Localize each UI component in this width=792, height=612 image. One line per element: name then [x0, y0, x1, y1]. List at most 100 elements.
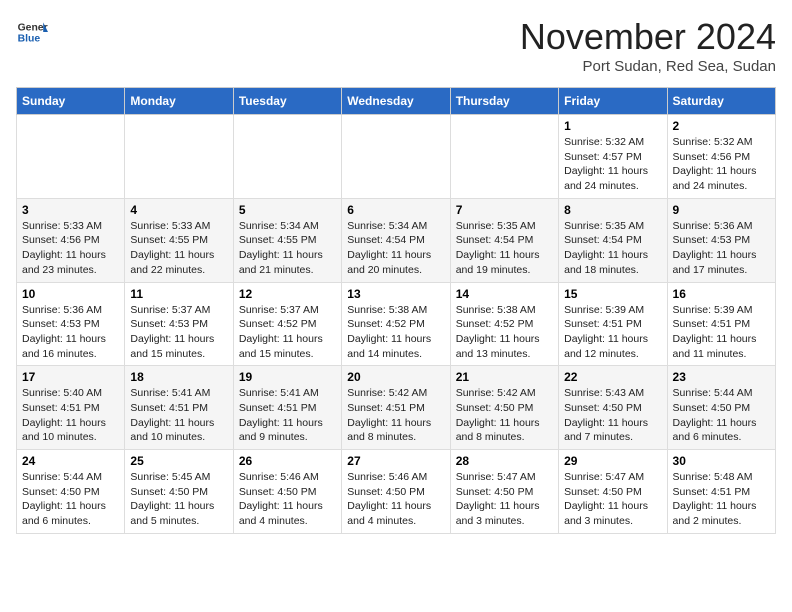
calendar-cell: [17, 115, 125, 199]
calendar-cell: 5Sunrise: 5:34 AMSunset: 4:55 PMDaylight…: [233, 198, 341, 282]
day-number: 28: [456, 454, 553, 468]
day-info: Sunrise: 5:42 AMSunset: 4:50 PMDaylight:…: [456, 386, 553, 445]
calendar-cell: 11 Sunrise: 5:37 AMSunset: 4:53 PMDayligh…: [125, 282, 233, 366]
day-number: 13: [347, 287, 444, 301]
day-info: Sunrise: 5:32 AMSunset: 4:56 PMDaylight:…: [673, 135, 770, 194]
day-info: Sunrise: 5:37 AMSunset: 4:52 PMDaylight:…: [239, 303, 336, 362]
day-info: Sunrise: 5:46 AMSunset: 4:50 PMDaylight:…: [239, 470, 336, 529]
weekday-header: Wednesday: [342, 88, 450, 115]
calendar-cell: 21 Sunrise: 5:42 AMSunset: 4:50 PMDayligh…: [450, 366, 558, 450]
calendar-cell: 7 Sunrise: 5:35 AMSunset: 4:54 PMDaylight…: [450, 198, 558, 282]
calendar-header: SundayMondayTuesdayWednesdayThursdayFrid…: [17, 88, 776, 115]
day-info: Sunrise: 5:44 AMSunset: 4:50 PMDaylight:…: [673, 386, 770, 445]
day-number: 26: [239, 454, 336, 468]
calendar-cell: 18 Sunrise: 5:41 AMSunset: 4:51 PMDayligh…: [125, 366, 233, 450]
day-info: Sunrise: 5:43 AMSunset: 4:50 PMDaylight:…: [564, 386, 661, 445]
calendar-cell: 19Sunrise: 5:41 AMSunset: 4:51 PMDayligh…: [233, 366, 341, 450]
calendar-cell: [233, 115, 341, 199]
day-number: 18: [130, 370, 227, 384]
day-info: Sunrise: 5:44 AMSunset: 4:50 PMDaylight:…: [22, 470, 119, 529]
calendar-cell: 9 Sunrise: 5:36 AMSunset: 4:53 PMDaylight…: [667, 198, 775, 282]
day-number: 17: [22, 370, 119, 384]
calendar-cell: 3 Sunrise: 5:33 AMSunset: 4:56 PMDaylight…: [17, 198, 125, 282]
calendar-cell: 8 Sunrise: 5:35 AMSunset: 4:54 PMDaylight…: [559, 198, 667, 282]
calendar-cell: 25 Sunrise: 5:45 AMSunset: 4:50 PMDayligh…: [125, 450, 233, 534]
day-number: 25: [130, 454, 227, 468]
calendar-cell: 6 Sunrise: 5:34 AMSunset: 4:54 PMDaylight…: [342, 198, 450, 282]
day-info: Sunrise: 5:39 AMSunset: 4:51 PMDaylight:…: [673, 303, 770, 362]
logo: General Blue: [16, 16, 48, 48]
title-area: November 2024 Port Sudan, Red Sea, Sudan: [520, 16, 776, 75]
weekday-header: Thursday: [450, 88, 558, 115]
day-number: 16: [673, 287, 770, 301]
calendar-cell: 1 Sunrise: 5:32 AMSunset: 4:57 PMDaylight…: [559, 115, 667, 199]
calendar-cell: 10Sunrise: 5:36 AMSunset: 4:53 PMDayligh…: [17, 282, 125, 366]
day-info: Sunrise: 5:38 AMSunset: 4:52 PMDaylight:…: [456, 303, 553, 362]
calendar-cell: 24 Sunrise: 5:44 AMSunset: 4:50 PMDayligh…: [17, 450, 125, 534]
calendar-week-row: 3 Sunrise: 5:33 AMSunset: 4:56 PMDaylight…: [17, 198, 776, 282]
day-number: 6: [347, 203, 444, 217]
calendar-cell: 2Sunrise: 5:32 AMSunset: 4:56 PMDaylight…: [667, 115, 775, 199]
day-info: Sunrise: 5:32 AMSunset: 4:57 PMDaylight:…: [564, 135, 661, 194]
day-info: Sunrise: 5:36 AMSunset: 4:53 PMDaylight:…: [22, 303, 119, 362]
day-number: 30: [673, 454, 770, 468]
calendar-table: SundayMondayTuesdayWednesdayThursdayFrid…: [16, 87, 776, 534]
day-number: 24: [22, 454, 119, 468]
calendar-cell: 29 Sunrise: 5:47 AMSunset: 4:50 PMDayligh…: [559, 450, 667, 534]
day-number: 21: [456, 370, 553, 384]
day-info: Sunrise: 5:45 AMSunset: 4:50 PMDaylight:…: [130, 470, 227, 529]
calendar-week-row: 24 Sunrise: 5:44 AMSunset: 4:50 PMDayligh…: [17, 450, 776, 534]
day-info: Sunrise: 5:48 AMSunset: 4:51 PMDaylight:…: [673, 470, 770, 529]
day-number: 3: [22, 203, 119, 217]
day-number: 29: [564, 454, 661, 468]
calendar-cell: 28 Sunrise: 5:47 AMSunset: 4:50 PMDayligh…: [450, 450, 558, 534]
calendar-cell: [125, 115, 233, 199]
day-info: Sunrise: 5:34 AMSunset: 4:54 PMDaylight:…: [347, 219, 444, 278]
calendar-cell: 15 Sunrise: 5:39 AMSunset: 4:51 PMDayligh…: [559, 282, 667, 366]
day-number: 5: [239, 203, 336, 217]
calendar-cell: 17Sunrise: 5:40 AMSunset: 4:51 PMDayligh…: [17, 366, 125, 450]
day-info: Sunrise: 5:39 AMSunset: 4:51 PMDaylight:…: [564, 303, 661, 362]
calendar-cell: [450, 115, 558, 199]
calendar-week-row: 17Sunrise: 5:40 AMSunset: 4:51 PMDayligh…: [17, 366, 776, 450]
calendar-cell: 23 Sunrise: 5:44 AMSunset: 4:50 PMDayligh…: [667, 366, 775, 450]
calendar-cell: 12 Sunrise: 5:37 AMSunset: 4:52 PMDayligh…: [233, 282, 341, 366]
day-info: Sunrise: 5:47 AMSunset: 4:50 PMDaylight:…: [564, 470, 661, 529]
weekday-header: Saturday: [667, 88, 775, 115]
calendar-cell: 16 Sunrise: 5:39 AMSunset: 4:51 PMDayligh…: [667, 282, 775, 366]
day-info: Sunrise: 5:41 AMSunset: 4:51 PMDaylight:…: [130, 386, 227, 445]
day-number: 19: [239, 370, 336, 384]
day-number: 1: [564, 119, 661, 133]
day-info: Sunrise: 5:47 AMSunset: 4:50 PMDaylight:…: [456, 470, 553, 529]
day-info: Sunrise: 5:36 AMSunset: 4:53 PMDaylight:…: [673, 219, 770, 278]
day-number: 8: [564, 203, 661, 217]
day-info: Sunrise: 5:42 AMSunset: 4:51 PMDaylight:…: [347, 386, 444, 445]
logo-icon: General Blue: [16, 16, 48, 48]
calendar-cell: 20 Sunrise: 5:42 AMSunset: 4:51 PMDayligh…: [342, 366, 450, 450]
calendar-cell: [342, 115, 450, 199]
day-number: 11: [130, 287, 227, 301]
day-info: Sunrise: 5:37 AMSunset: 4:53 PMDaylight:…: [130, 303, 227, 362]
day-info: Sunrise: 5:33 AMSunset: 4:56 PMDaylight:…: [22, 219, 119, 278]
day-number: 7: [456, 203, 553, 217]
svg-text:Blue: Blue: [18, 34, 41, 45]
day-number: 15: [564, 287, 661, 301]
calendar-cell: 22Sunrise: 5:43 AMSunset: 4:50 PMDayligh…: [559, 366, 667, 450]
day-number: 23: [673, 370, 770, 384]
day-number: 20: [347, 370, 444, 384]
day-number: 12: [239, 287, 336, 301]
day-info: Sunrise: 5:35 AMSunset: 4:54 PMDaylight:…: [564, 219, 661, 278]
day-number: 14: [456, 287, 553, 301]
day-info: Sunrise: 5:46 AMSunset: 4:50 PMDaylight:…: [347, 470, 444, 529]
weekday-header: Monday: [125, 88, 233, 115]
day-info: Sunrise: 5:35 AMSunset: 4:54 PMDaylight:…: [456, 219, 553, 278]
calendar-week-row: 10Sunrise: 5:36 AMSunset: 4:53 PMDayligh…: [17, 282, 776, 366]
location-subtitle: Port Sudan, Red Sea, Sudan: [520, 58, 776, 75]
weekday-header: Friday: [559, 88, 667, 115]
day-number: 4: [130, 203, 227, 217]
calendar-cell: 26 Sunrise: 5:46 AMSunset: 4:50 PMDayligh…: [233, 450, 341, 534]
calendar-week-row: 1 Sunrise: 5:32 AMSunset: 4:57 PMDaylight…: [17, 115, 776, 199]
weekday-header: Sunday: [17, 88, 125, 115]
calendar-cell: 27Sunrise: 5:46 AMSunset: 4:50 PMDayligh…: [342, 450, 450, 534]
day-number: 9: [673, 203, 770, 217]
